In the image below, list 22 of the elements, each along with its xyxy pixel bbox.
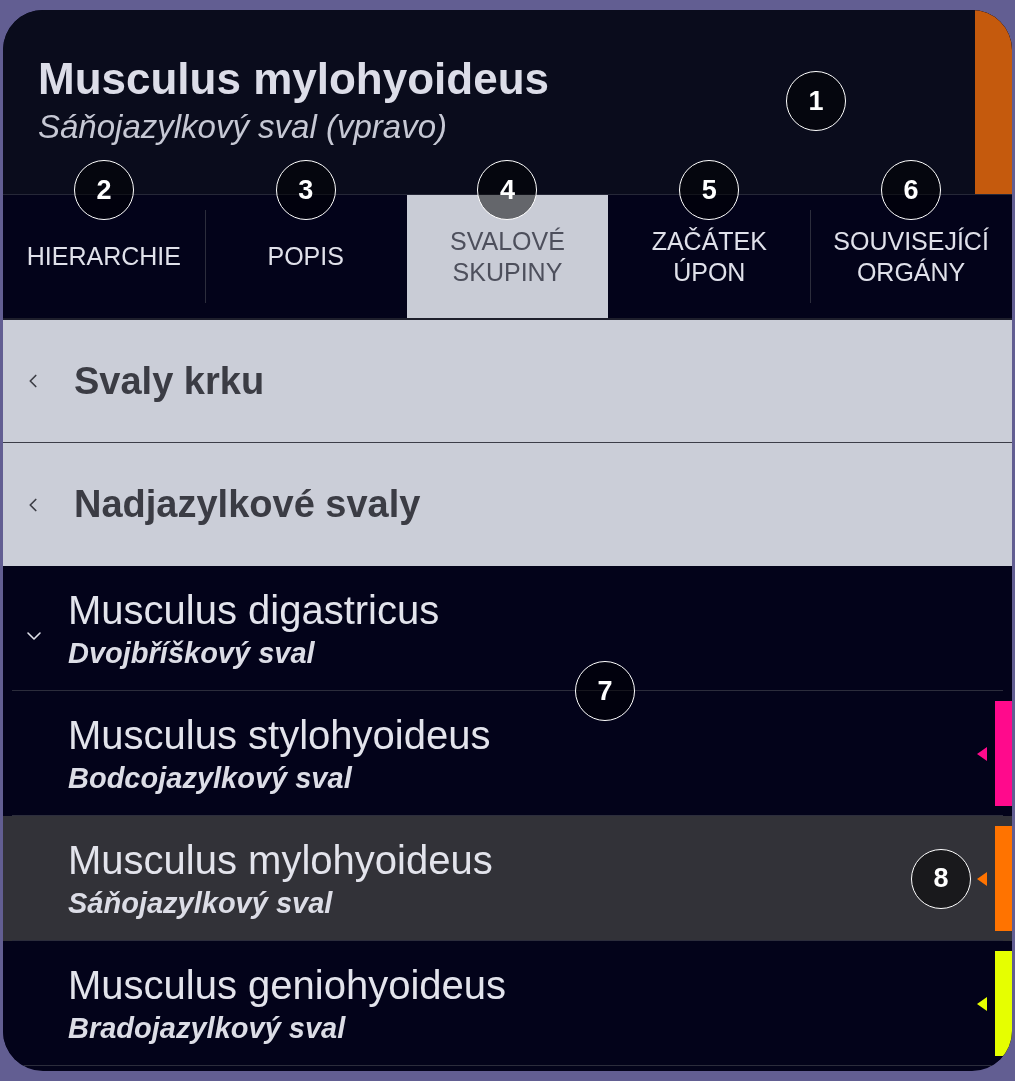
breadcrumb-row[interactable]: Svaly krku (3, 320, 1012, 442)
triangle-icon (977, 746, 987, 761)
callout-number: 3 (275, 160, 336, 220)
callout-number: 5 (679, 160, 740, 220)
muscle-name: Musculus geniohyoideus (68, 962, 507, 1007)
breadcrumb-row[interactable]: Nadjazylkové svaly (3, 442, 1012, 566)
muscle-czech-name: Sáňojazylkový sval (68, 885, 333, 920)
muscle-czech-name: Bradojazylkový sval (68, 1010, 346, 1045)
triangle-icon (977, 871, 987, 886)
callout-number: 4 (477, 160, 538, 220)
muscle-name: Musculus digastricus (68, 587, 440, 632)
callout-number: 8 (911, 848, 971, 909)
triangle-icon (977, 996, 987, 1011)
muscle-subtitle: Sáňojazylkový sval (vpravo) (38, 110, 447, 143)
muscle-name: Musculus mylohyoideus (68, 837, 493, 882)
muscle-name: Musculus stylohyoideus (68, 712, 491, 757)
callout-number: 1 (786, 71, 846, 131)
callout-number: 2 (73, 160, 134, 220)
muscle-czech-name: Bodcojazylkový sval (68, 760, 352, 795)
muscle-czech-name: Dvojbříškový sval (68, 635, 315, 670)
muscle-title: Musculus mylohyoideus (38, 57, 549, 101)
callout-number: 6 (881, 160, 942, 220)
